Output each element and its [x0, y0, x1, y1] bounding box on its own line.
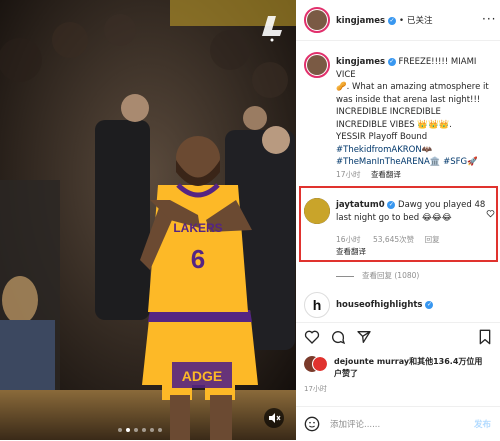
caption-line: was inside that arena last night!!! — [336, 94, 481, 105]
liker-avatar[interactable] — [312, 356, 328, 372]
comment-bubble-icon[interactable] — [330, 329, 346, 349]
caption-line: INCREDIBLE INCREDIBLE — [336, 107, 441, 117]
jersey-number: 6 — [191, 244, 205, 274]
verified-badge-icon: ✓ — [387, 57, 396, 66]
author-avatar[interactable] — [304, 7, 330, 33]
hashtag-link[interactable]: #TheManInTheARENA — [336, 157, 430, 167]
hashtag-link[interactable]: #ThekidfromAKRON — [336, 145, 422, 155]
likes-summary[interactable]: dejounte murray和其他136.4万位用 户赞了 — [334, 356, 498, 380]
emoji: 🏛️ — [429, 157, 441, 167]
mute-button[interactable] — [264, 408, 284, 428]
hashtag-link[interactable]: #SFG — [443, 157, 467, 167]
post-time[interactable]: 17小时 — [304, 384, 327, 394]
follow-status[interactable]: 已关注 — [407, 16, 433, 26]
carousel-dot — [142, 428, 146, 432]
action-bar — [296, 322, 500, 347]
post-image[interactable]: LAKERS 6 ADGE — [0, 0, 296, 440]
carousel-indicator — [118, 428, 162, 432]
emoji: 🚀 — [467, 157, 478, 167]
view-replies-label[interactable]: 查看回复 (1080) — [362, 271, 419, 280]
caption-time: 17小时 — [336, 170, 361, 179]
replies-line — [336, 275, 354, 277]
save-bookmark-icon[interactable] — [478, 329, 492, 349]
emoji: 🦇 — [421, 144, 433, 155]
likes-line: 户赞了 — [334, 369, 358, 378]
next-comment: houseofhighlights ✓ — [336, 300, 434, 310]
like-heart-icon[interactable] — [304, 329, 320, 349]
view-replies[interactable]: 查看回复 (1080) — [336, 270, 419, 281]
carousel-dot-active — [126, 428, 130, 432]
post-header: kingjames ✓ • 已关注 ··· — [296, 0, 500, 41]
see-translation-link[interactable]: 查看翻译 — [371, 170, 401, 179]
next-comment-username[interactable]: houseofhighlights — [336, 300, 423, 310]
basketball-photo: LAKERS 6 ADGE — [0, 0, 296, 440]
more-options-icon[interactable]: ··· — [482, 12, 496, 26]
sign-text: ADGE — [182, 368, 222, 384]
carousel-dot — [134, 428, 138, 432]
caption-avatar[interactable] — [304, 52, 330, 78]
carousel-dot — [118, 428, 122, 432]
caption-line: YESSIR Playoff Bound — [336, 132, 428, 142]
jersey-text: LAKERS — [173, 221, 222, 235]
speaker-muted-icon — [269, 413, 281, 423]
caption-meta: 17小时 查看翻译 — [336, 169, 401, 180]
emoji-smiley-icon[interactable] — [304, 416, 320, 436]
verified-badge-icon: ✓ — [388, 16, 397, 25]
verified-badge-icon: ✓ — [425, 300, 434, 309]
next-commenter-avatar[interactable]: h — [304, 292, 330, 318]
post-comment-button[interactable]: 发布 — [474, 418, 491, 430]
caption-line: INCREDIBLE VIBES 👑👑👑. — [336, 119, 452, 130]
separator: • — [398, 16, 404, 26]
comment-input[interactable]: 添加评论...... — [330, 418, 380, 430]
header-username[interactable]: kingjames — [336, 16, 385, 26]
carousel-dot — [158, 428, 162, 432]
likes-line[interactable]: dejounte murray和其他136.4万位用 — [334, 357, 482, 366]
caption: kingjames ✓ FREEZE!!!!! MIAMI VICE 🥜. Wh… — [336, 56, 496, 169]
caption-line: 🥜. What an amazing atmosphere it — [336, 82, 489, 92]
caption-username[interactable]: kingjames — [336, 57, 385, 67]
share-send-icon[interactable] — [356, 329, 372, 349]
carousel-dot — [150, 428, 154, 432]
add-comment-bar: 添加评论...... 发布 — [296, 406, 500, 441]
comment-highlight-box — [299, 186, 498, 262]
header-author[interactable]: kingjames ✓ • 已关注 — [336, 14, 432, 26]
svg-text:h: h — [313, 297, 322, 313]
